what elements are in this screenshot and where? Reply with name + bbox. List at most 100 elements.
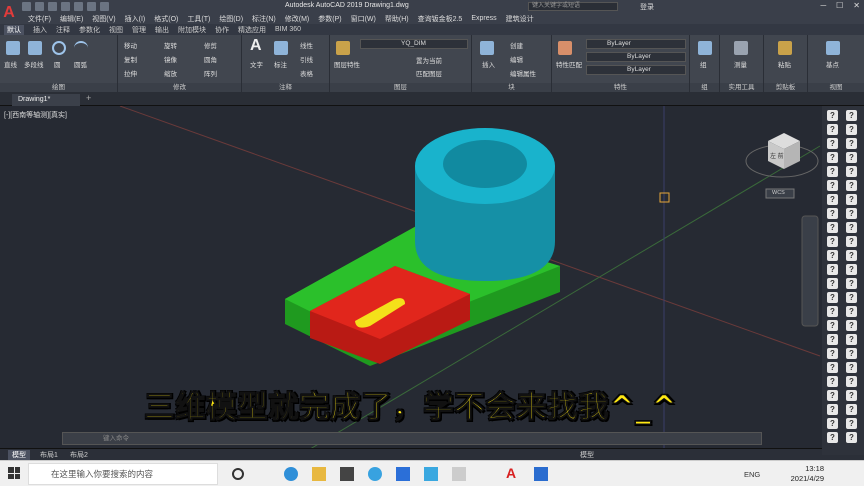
menu-format[interactable]: 格式(O) — [154, 14, 178, 24]
tab-model[interactable]: 模型 — [8, 450, 30, 460]
menu-parametric[interactable]: 参数(P) — [318, 14, 341, 24]
base-point-icon[interactable] — [826, 41, 840, 55]
help-icon[interactable]: ? — [827, 250, 838, 261]
undo-icon[interactable] — [87, 2, 96, 11]
linetype-dropdown[interactable]: ByLayer — [586, 52, 686, 62]
help-icon[interactable]: ? — [827, 432, 838, 443]
fillet-button[interactable]: 圆角 — [204, 54, 217, 64]
maximize-icon[interactable]: ☐ — [836, 1, 843, 10]
language-indicator[interactable]: ENG — [744, 470, 760, 479]
utilities-panel-label[interactable]: 实用工具 — [720, 83, 763, 92]
menu-dimension[interactable]: 标注(N) — [252, 14, 276, 24]
store-icon[interactable] — [340, 467, 354, 481]
help-icon[interactable]: ? — [846, 264, 857, 275]
move-button[interactable]: 移动 — [124, 40, 137, 50]
edit-attributes-button[interactable]: 编辑属性 — [510, 68, 536, 78]
autocad-logo[interactable]: A — [0, 0, 18, 26]
menu-view[interactable]: 视图(V) — [92, 14, 115, 24]
arc-icon[interactable] — [74, 41, 88, 55]
help-icon[interactable]: ? — [827, 208, 838, 219]
layers-panel-label[interactable]: 图层 — [330, 83, 471, 92]
help-icon[interactable]: ? — [846, 432, 857, 443]
task-view-icon[interactable] — [232, 468, 244, 480]
help-icon[interactable]: ? — [846, 180, 857, 191]
table-button[interactable]: 表格 — [300, 68, 313, 78]
help-icon[interactable]: ? — [846, 124, 857, 135]
help-icon[interactable]: ? — [827, 138, 838, 149]
tab-bim360[interactable]: BIM 360 — [275, 26, 301, 33]
array-button[interactable]: 阵列 — [204, 68, 217, 78]
save-icon[interactable] — [48, 2, 57, 11]
menu-express[interactable]: Express — [471, 15, 496, 22]
match-properties-icon[interactable] — [558, 41, 572, 55]
help-icon[interactable]: ? — [846, 194, 857, 205]
menu-edit[interactable]: 编辑(E) — [60, 14, 83, 24]
help-icon[interactable]: ? — [846, 236, 857, 247]
command-line-input[interactable]: 键入命令 — [62, 432, 762, 445]
help-icon[interactable]: ? — [846, 362, 857, 373]
tab-layout2[interactable]: 布局2 — [66, 450, 92, 460]
help-icon[interactable]: ? — [846, 348, 857, 359]
help-icon[interactable]: ? — [827, 124, 838, 135]
menu-insert[interactable]: 插入(I) — [125, 14, 146, 24]
tab-view[interactable]: 视图 — [109, 25, 123, 35]
menu-draw[interactable]: 绘图(D) — [219, 14, 243, 24]
help-icon[interactable]: ? — [846, 222, 857, 233]
polyline-icon[interactable] — [28, 41, 42, 55]
circle-icon[interactable] — [52, 41, 66, 55]
modify-panel-label[interactable]: 修改 — [118, 83, 241, 92]
menu-file[interactable]: 文件(F) — [28, 14, 51, 24]
help-icon[interactable]: ? — [846, 404, 857, 415]
redo-icon[interactable] — [100, 2, 109, 11]
help-icon[interactable]: ? — [846, 418, 857, 429]
draw-panel-label[interactable]: 绘图 — [0, 83, 117, 92]
arc-button[interactable]: 圆弧 — [74, 59, 87, 69]
layer-properties-button[interactable]: 图层特性 — [334, 59, 360, 69]
polyline-button[interactable]: 多段线 — [24, 59, 44, 69]
help-icon[interactable]: ? — [827, 110, 838, 121]
open-file-icon[interactable] — [35, 2, 44, 11]
help-icon[interactable]: ? — [846, 278, 857, 289]
set-current-button[interactable]: 置为当前 — [416, 55, 442, 65]
tab-annotate[interactable]: 注释 — [56, 25, 70, 35]
measure-icon[interactable] — [734, 41, 748, 55]
stretch-button[interactable]: 拉伸 — [124, 68, 137, 78]
help-icon[interactable]: ? — [827, 222, 838, 233]
menu-tools[interactable]: 工具(T) — [187, 14, 210, 24]
layer-dropdown[interactable]: YQ_DIM — [360, 39, 468, 49]
tab-output[interactable]: 输出 — [155, 25, 169, 35]
help-icon[interactable]: ? — [827, 320, 838, 331]
menu-help[interactable]: 帮助(H) — [385, 14, 409, 24]
text-button[interactable]: 文字 — [250, 59, 263, 69]
tab-collaborate[interactable]: 协作 — [215, 25, 229, 35]
edge-icon[interactable] — [284, 467, 298, 481]
dimension-icon[interactable] — [274, 41, 288, 55]
match-properties-button[interactable]: 特性匹配 — [556, 59, 582, 69]
tab-insert[interactable]: 插入 — [33, 25, 47, 35]
group-icon[interactable] — [698, 41, 712, 55]
print-icon[interactable] — [74, 2, 83, 11]
save-as-icon[interactable] — [61, 2, 70, 11]
menu-window[interactable]: 窗口(W) — [351, 14, 376, 24]
app-icon[interactable] — [534, 467, 548, 481]
dimension-button[interactable]: 标注 — [274, 59, 287, 69]
help-icon[interactable]: ? — [827, 334, 838, 345]
leader-button[interactable]: 引线 — [300, 54, 313, 64]
new-file-icon[interactable] — [22, 2, 31, 11]
layer-properties-icon[interactable] — [336, 41, 350, 55]
help-icon[interactable]: ? — [846, 166, 857, 177]
group-button[interactable]: 组 — [700, 59, 707, 69]
help-icon[interactable]: ? — [827, 292, 838, 303]
close-icon[interactable]: ✕ — [853, 1, 860, 10]
app-icon[interactable] — [396, 467, 410, 481]
menu-architecture[interactable]: 建筑设计 — [506, 14, 534, 24]
help-icon[interactable]: ? — [827, 390, 838, 401]
create-block-button[interactable]: 创建 — [510, 40, 523, 50]
new-tab-icon[interactable]: + — [86, 93, 91, 103]
mirror-button[interactable]: 镜像 — [164, 54, 177, 64]
help-icon[interactable]: ? — [827, 166, 838, 177]
rotate-button[interactable]: 旋转 — [164, 40, 177, 50]
autocad-taskbar-icon[interactable]: A — [506, 465, 516, 481]
help-icon[interactable]: ? — [846, 376, 857, 387]
measure-button[interactable]: 测量 — [734, 59, 747, 69]
